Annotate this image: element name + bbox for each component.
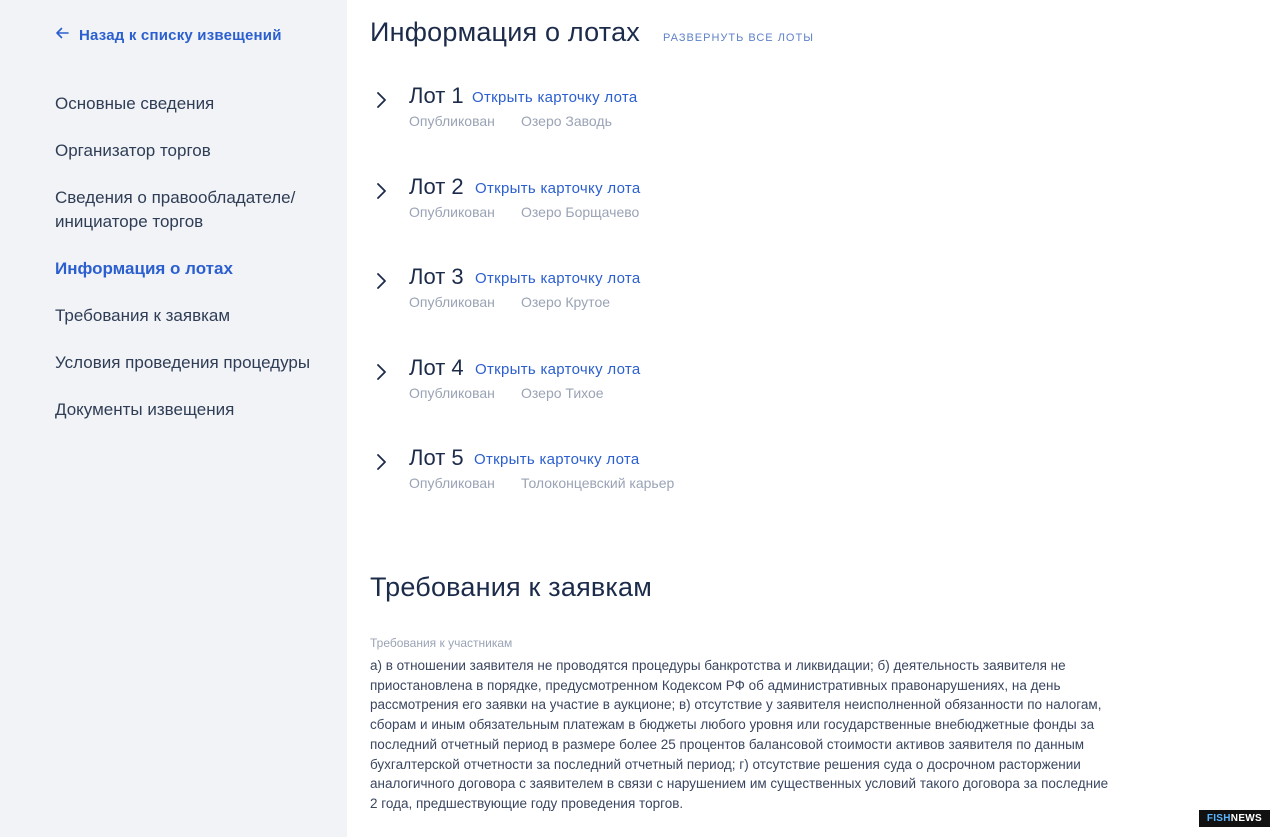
sidebar-nav: Основные сведения Организатор торгов Све… (55, 92, 325, 445)
arrow-left-icon (55, 26, 69, 44)
lot-status: Опубликован (409, 113, 495, 129)
chevron-right-icon[interactable] (374, 91, 388, 109)
back-to-notices-link[interactable]: Назад к списку извещений (55, 26, 282, 44)
main-content: Информация о лотах РАЗВЕРНУТЬ ВСЕ ЛОТЫ Л… (347, 0, 1280, 837)
lot-title: Лот 2 (409, 174, 464, 199)
sidebar-item-lots[interactable]: Информация о лотах (55, 257, 325, 281)
fishnews-watermark: FISHNEWS (1198, 810, 1270, 827)
lot-name: Озеро Борщачево (521, 204, 640, 220)
lot-name: Озеро Тихое (521, 385, 604, 401)
lot-title: Лот 4 (409, 355, 464, 380)
chevron-right-icon[interactable] (374, 182, 388, 200)
lot-status: Опубликован (409, 204, 495, 220)
open-lot-card-link[interactable]: Открыть карточку лота (475, 361, 641, 378)
lot-status: Опубликован (409, 294, 495, 310)
chevron-right-icon[interactable] (374, 272, 388, 290)
lot-name: Озеро Заводь (521, 113, 612, 129)
chevron-right-icon[interactable] (374, 453, 388, 471)
sidebar-item-organizer[interactable]: Организатор торгов (55, 139, 325, 163)
page: Назад к списку извещений Основные сведен… (0, 0, 1280, 837)
requirements-section-title: Требования к заявкам (370, 572, 653, 602)
participant-requirements-text: а) в отношении заявителя не проводятся п… (370, 658, 1109, 811)
sidebar-item-documents[interactable]: Документы извещения (55, 398, 325, 422)
open-lot-card-link[interactable]: Открыть карточку лота (472, 89, 638, 106)
expand-all-lots-button[interactable]: РАЗВЕРНУТЬ ВСЕ ЛОТЫ (663, 32, 814, 44)
sidebar-item-requirements[interactable]: Требования к заявкам (55, 304, 325, 328)
open-lot-card-link[interactable]: Открыть карточку лота (475, 180, 641, 197)
sidebar: Назад к списку извещений Основные сведен… (0, 0, 347, 837)
open-lot-card-link[interactable]: Открыть карточку лота (475, 270, 641, 287)
sidebar-item-basic-info[interactable]: Основные сведения (55, 92, 325, 116)
watermark-part1: FISH (1206, 813, 1231, 824)
chevron-right-icon[interactable] (374, 363, 388, 381)
lot-name: Толоконцевский карьер (521, 475, 675, 491)
participant-requirements-label: Требования к участникам (370, 636, 513, 650)
open-lot-card-link[interactable]: Открыть карточку лота (474, 451, 640, 468)
lot-title: Лот 3 (409, 264, 464, 289)
watermark-part2: NEWS (1230, 813, 1262, 824)
lot-name: Озеро Крутое (521, 294, 611, 310)
back-link-label: Назад к списку извещений (79, 26, 282, 44)
sidebar-item-rightholder[interactable]: Сведения о правообладателе/ инициаторе т… (55, 186, 325, 234)
lot-title: Лот 1 (409, 83, 464, 108)
sidebar-item-conditions[interactable]: Условия проведения процедуры (55, 351, 325, 375)
lot-status: Опубликован (409, 385, 495, 401)
lot-status: Опубликован (409, 475, 495, 491)
lots-section-title: Информация о лотах (370, 17, 640, 47)
lot-title: Лот 5 (409, 445, 464, 470)
